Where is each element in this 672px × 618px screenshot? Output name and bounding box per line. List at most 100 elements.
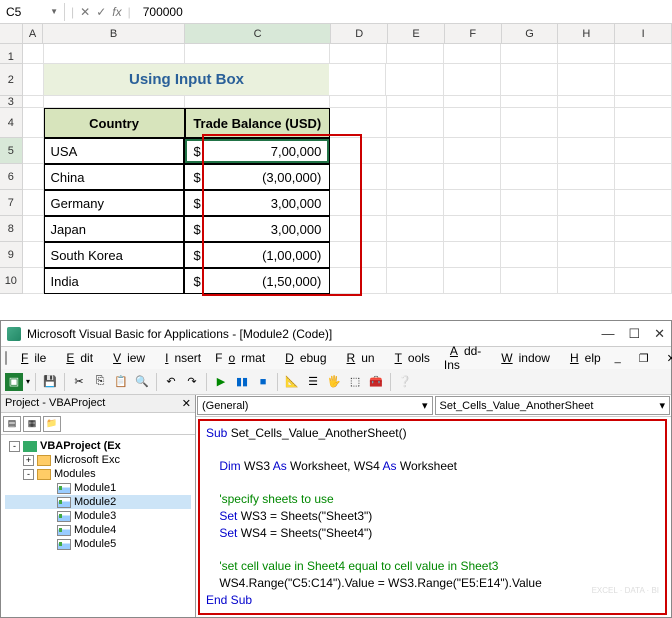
vba-doc-icon (5, 351, 7, 365)
col-header[interactable]: E (388, 24, 445, 43)
col-header[interactable]: I (615, 24, 672, 43)
spreadsheet-grid[interactable]: 1 2 Using Input Box 3 4 Country Trade Ba… (0, 44, 672, 294)
col-header[interactable]: F (445, 24, 502, 43)
help-icon[interactable]: ❔ (396, 373, 414, 391)
row-header[interactable]: 3 (0, 96, 23, 108)
col-header[interactable]: C (185, 24, 331, 43)
code-pane: (General)▾ Set_Cells_Value_AnotherSheet▾… (196, 395, 671, 617)
table-cell[interactable]: South Korea (44, 242, 185, 268)
formula-input[interactable] (137, 3, 672, 21)
menu-debug[interactable]: Debug (273, 349, 332, 367)
view-object-icon[interactable]: ▦ (23, 416, 41, 432)
table-header-country: Country (44, 108, 185, 138)
fx-icon[interactable]: fx (112, 5, 121, 19)
row-header[interactable]: 8 (0, 216, 23, 242)
row-header[interactable]: 10 (0, 268, 23, 294)
break-icon[interactable]: ▮▮ (233, 373, 251, 391)
select-all-corner[interactable] (0, 24, 23, 43)
col-header[interactable]: D (331, 24, 388, 43)
run-icon[interactable]: ▶ (212, 373, 230, 391)
close-icon[interactable]: ✕ (182, 397, 191, 410)
row-header[interactable]: 4 (0, 108, 23, 138)
table-cell[interactable]: China (44, 164, 185, 190)
undo-icon[interactable]: ↶ (162, 373, 180, 391)
tree-module[interactable]: Module3 (5, 509, 191, 523)
copy-icon[interactable]: ⎘ (91, 373, 109, 391)
menu-run[interactable]: Run (335, 349, 381, 367)
row-header[interactable]: 1 (0, 44, 23, 64)
object-dropdown[interactable]: (General)▾ (197, 396, 433, 415)
save-icon[interactable]: 💾 (41, 373, 59, 391)
row-header[interactable]: 2 (0, 64, 23, 96)
vba-toolbar: ▣ ▾ 💾 ✂ ⎘ 📋 🔍 ↶ ↷ ▶ ▮▮ ■ 📐 ☰ 🖐 ⬚ 🧰 ❔ (1, 369, 671, 395)
cancel-icon[interactable]: ✕ (80, 5, 90, 19)
chevron-down-icon: ▾ (659, 399, 665, 412)
object-browser-icon[interactable]: ⬚ (346, 373, 364, 391)
menu-window[interactable]: Window (489, 349, 556, 367)
vba-app-icon (7, 327, 21, 341)
row-header[interactable]: 5 (0, 138, 23, 164)
menu-help[interactable]: Help (558, 349, 607, 367)
table-cell[interactable]: Germany (44, 190, 185, 216)
design-mode-icon[interactable]: 📐 (283, 373, 301, 391)
mdi-minimize-icon[interactable]: _ (609, 350, 627, 367)
table-cell[interactable]: USA (44, 138, 185, 164)
col-header[interactable]: A (23, 24, 43, 43)
column-headers: A B C D E F G H I (0, 24, 672, 44)
toolbox-icon[interactable]: 🧰 (367, 373, 385, 391)
menu-insert[interactable]: Insert (153, 349, 207, 367)
maximize-icon[interactable]: ☐ (628, 326, 640, 342)
mdi-close-icon[interactable]: ✕ (661, 350, 672, 367)
name-box[interactable]: C5 ▼ (0, 3, 65, 21)
name-box-value: C5 (6, 5, 21, 19)
table-cell[interactable]: $(3,00,000) (184, 164, 330, 190)
code-editor[interactable]: Sub Set_Cells_Value_AnotherSheet() Dim W… (198, 419, 667, 615)
menu-edit[interactable]: Edit (54, 349, 99, 367)
col-header[interactable]: B (43, 24, 185, 43)
table-cell[interactable]: $7,00,000 (184, 138, 330, 164)
vba-title: Microsoft Visual Basic for Applications … (27, 327, 332, 341)
tree-module[interactable]: Module4 (5, 523, 191, 537)
menu-file[interactable]: File (9, 349, 52, 367)
row-header[interactable]: 7 (0, 190, 23, 216)
vba-titlebar[interactable]: Microsoft Visual Basic for Applications … (1, 321, 671, 347)
properties-icon[interactable]: 🖐 (325, 373, 343, 391)
vba-window: Microsoft Visual Basic for Applications … (0, 320, 672, 618)
fx-controls: | ✕ ✓ fx | (65, 5, 137, 19)
paste-icon[interactable]: 📋 (112, 373, 130, 391)
procedure-dropdown[interactable]: Set_Cells_Value_AnotherSheet▾ (435, 396, 671, 415)
chevron-down-icon[interactable]: ▼ (50, 7, 58, 16)
check-icon[interactable]: ✓ (96, 5, 106, 19)
cut-icon[interactable]: ✂ (70, 373, 88, 391)
reset-icon[interactable]: ■ (254, 373, 272, 391)
row-header[interactable]: 9 (0, 242, 23, 268)
project-explorer-icon[interactable]: ☰ (304, 373, 322, 391)
vba-menu-bar: File Edit View Insert Format Debug Run T… (1, 347, 671, 369)
menu-view[interactable]: View (101, 349, 151, 367)
redo-icon[interactable]: ↷ (183, 373, 201, 391)
table-cell[interactable]: $3,00,000 (184, 216, 330, 242)
excel-icon[interactable]: ▣ (5, 373, 23, 391)
menu-tools[interactable]: Tools (383, 349, 436, 367)
tree-module-selected[interactable]: Module2 (5, 495, 191, 509)
row-header[interactable]: 6 (0, 164, 23, 190)
table-cell[interactable]: Japan (44, 216, 185, 242)
menu-format[interactable]: Format (209, 349, 271, 367)
table-cell[interactable]: $3,00,000 (184, 190, 330, 216)
mdi-restore-icon[interactable]: ❐ (633, 350, 655, 367)
table-cell[interactable]: $(1,00,000) (184, 242, 330, 268)
tree-module[interactable]: Module5 (5, 537, 191, 551)
formula-bar: C5 ▼ | ✕ ✓ fx | (0, 0, 672, 24)
col-header[interactable]: H (558, 24, 615, 43)
tree-module[interactable]: Module1 (5, 481, 191, 495)
minimize-icon[interactable]: ― (601, 326, 614, 342)
view-code-icon[interactable]: ▤ (3, 416, 21, 432)
table-cell[interactable]: India (44, 268, 185, 294)
project-tree[interactable]: -VBAProject (Ex +Microsoft Exc -Modules … (1, 435, 195, 617)
table-cell[interactable]: $(1,50,000) (184, 268, 330, 294)
close-icon[interactable]: ✕ (654, 326, 665, 342)
find-icon[interactable]: 🔍 (133, 373, 151, 391)
toggle-folders-icon[interactable]: 📁 (43, 416, 61, 432)
project-explorer-title: Project - VBAProject✕ (1, 395, 195, 413)
col-header[interactable]: G (502, 24, 559, 43)
